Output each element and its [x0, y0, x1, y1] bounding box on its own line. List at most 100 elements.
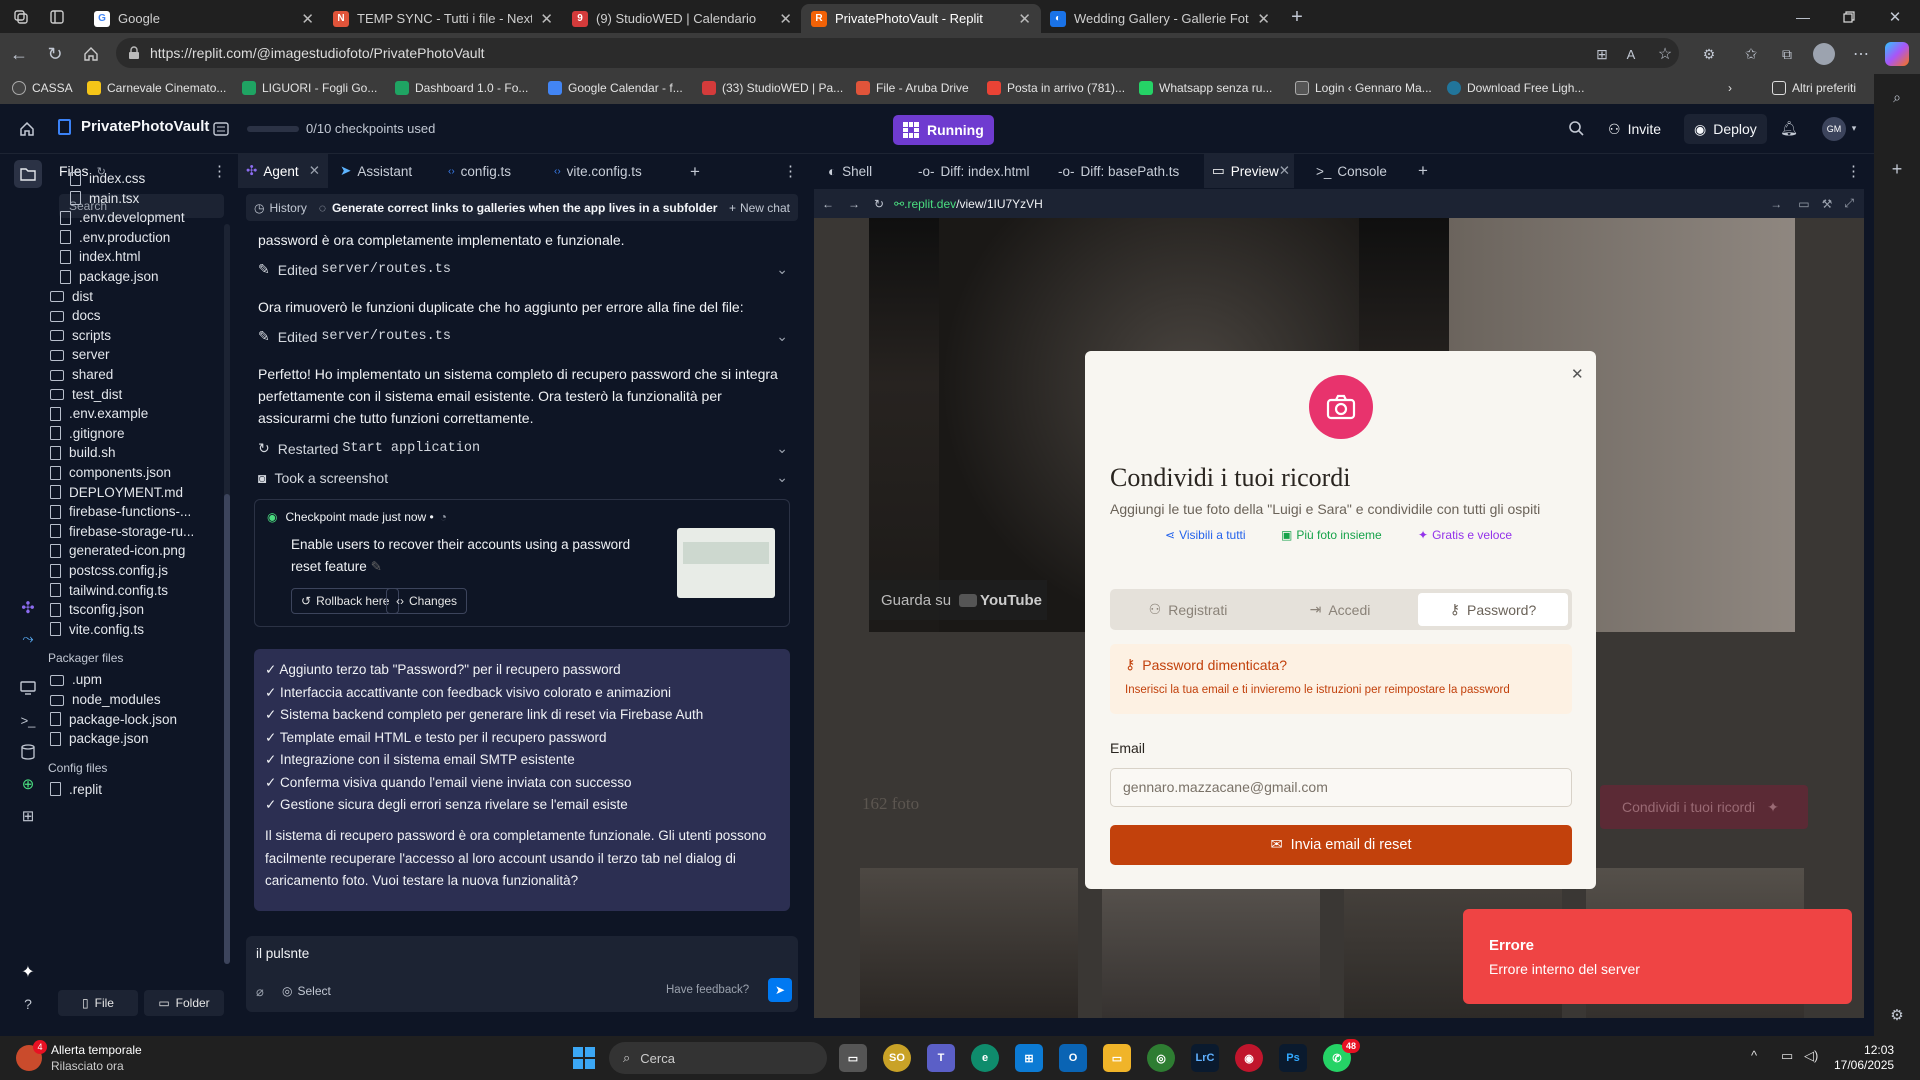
gallery-photo[interactable] — [1102, 868, 1320, 1018]
chat-input[interactable]: il pulsnte — [256, 946, 309, 961]
files-tool-icon[interactable] — [14, 160, 42, 188]
dialog-close-icon[interactable]: ✕ — [1571, 365, 1584, 383]
browser-tab-nextcloud[interactable]: N TEMP SYNC - Tutti i file - Nextclo ✕ — [323, 4, 563, 33]
tab-vite-config[interactable]: ‹› vite.config.ts — [546, 154, 650, 188]
taskbar-search[interactable]: ⌕ Cerca — [609, 1042, 827, 1074]
favorites-icon[interactable]: ✩ — [1742, 45, 1760, 63]
windows-start-icon[interactable] — [570, 1044, 598, 1072]
task-view-icon[interactable]: ▭ — [839, 1044, 867, 1072]
app-available-icon[interactable]: ⊞ — [1593, 45, 1611, 63]
other-bookmarks-folder[interactable]: Altri preferiti — [1772, 81, 1856, 95]
file-item[interactable]: package.json — [60, 269, 159, 284]
tab-config-ts[interactable]: ‹› config.ts — [440, 154, 519, 188]
weather-widget[interactable]: 4 Allerta temporale Rilasciato ora — [16, 1040, 142, 1074]
preview-url-host[interactable]: .replit.dev — [904, 197, 956, 211]
tab-login[interactable]: ⇥ Accedi — [1266, 593, 1414, 626]
workspaces-icon[interactable] — [12, 8, 30, 26]
tool-edited-routes-2[interactable]: ✎ Edited server/routes.ts ⌄ — [258, 328, 788, 345]
browser-tab-wedding-gallery[interactable]: ◐ Wedding Gallery - Gallerie Fotogr ✕ — [1040, 4, 1280, 33]
search-icon[interactable]: ⌕ — [1888, 88, 1906, 106]
search-icon[interactable] — [1566, 118, 1586, 138]
clock[interactable]: 12:03 17/06/2025 — [1834, 1043, 1894, 1073]
close-icon[interactable]: ✕ — [293, 10, 314, 28]
folder-item[interactable]: docs — [50, 308, 101, 323]
bookmarks-overflow-chevron-icon[interactable]: › — [1728, 81, 1732, 95]
preview-tool-icon[interactable] — [14, 674, 42, 702]
file-item[interactable]: main.tsx — [70, 191, 139, 206]
tab-diff-basepath[interactable]: -o- Diff: basePath.ts — [1050, 154, 1187, 188]
file-item[interactable]: tsconfig.json — [50, 602, 144, 617]
back-icon[interactable]: ← — [822, 197, 834, 211]
sparkle-icon[interactable]: ✦ — [14, 958, 42, 986]
volume-icon[interactable]: ◁) — [1804, 1048, 1818, 1064]
feedback-link[interactable]: Have feedback? — [666, 984, 749, 996]
file-item[interactable]: index.css — [70, 171, 145, 186]
panel-menu-icon[interactable]: ⋮ — [783, 162, 798, 180]
file-item[interactable]: .env.example — [50, 406, 148, 421]
close-icon[interactable]: ✕ — [771, 10, 792, 28]
gallery-photo[interactable] — [860, 868, 1078, 1018]
more-icon[interactable]: ⋯ — [1850, 43, 1872, 65]
favorite-star-icon[interactable]: ☆ — [1656, 45, 1674, 63]
file-item[interactable]: package.json — [50, 731, 149, 746]
help-icon[interactable]: ? — [14, 990, 42, 1018]
file-item[interactable]: vite.config.ts — [50, 622, 144, 637]
file-item[interactable]: postcss.config.js — [50, 563, 168, 578]
file-item[interactable]: .gitignore — [50, 426, 125, 441]
tab-console[interactable]: >_ Console — [1308, 154, 1395, 188]
file-item[interactable]: generated-icon.png — [50, 543, 185, 558]
go-icon[interactable]: → — [1770, 197, 1782, 211]
checkpoint-thumbnail[interactable] — [677, 528, 775, 598]
tab-agent[interactable]: ✣ Agent ✕ — [238, 154, 328, 188]
bookmark[interactable]: (33) StudioWED | Pa... — [702, 81, 843, 95]
database-tool-icon[interactable] — [14, 738, 42, 766]
browser-tab-studiowed[interactable]: 9 (9) StudioWED | Calendario ✕ — [562, 4, 802, 33]
file-item[interactable]: .replit — [50, 782, 102, 797]
file-explorer-icon[interactable]: ▭ — [1103, 1044, 1131, 1072]
project-title[interactable]: PrivatePhotoVault — [58, 118, 209, 135]
close-icon[interactable]: ✕ — [532, 10, 553, 28]
tool-restarted[interactable]: ↻ Restarted Start application ⌄ — [258, 440, 788, 457]
pencil-icon[interactable]: ✎ — [371, 559, 382, 574]
agent-tool-icon[interactable]: ✣ — [14, 594, 42, 622]
tray-chevron-icon[interactable]: ^ — [1751, 1048, 1757, 1063]
app-icon[interactable]: SO — [883, 1044, 911, 1072]
close-icon[interactable]: ✕ — [1010, 10, 1031, 28]
file-item[interactable]: firebase-storage-ru... — [50, 524, 194, 539]
devices-icon[interactable]: ▭ — [1798, 197, 1809, 211]
folder-item[interactable]: shared — [50, 367, 113, 382]
teams-icon[interactable]: T — [927, 1044, 955, 1072]
devtools-icon[interactable]: ⚒ — [1822, 197, 1833, 211]
add-tab-icon[interactable]: + — [690, 162, 700, 182]
select-button[interactable]: ◎ Select — [282, 984, 331, 998]
watch-on-youtube[interactable]: Guarda su YouTube — [869, 580, 1047, 620]
reload-icon[interactable]: ↻ — [44, 43, 66, 65]
file-item[interactable]: .env.development — [60, 210, 185, 225]
all-tools-icon[interactable]: ⊞ — [14, 802, 42, 830]
folder-item[interactable]: scripts — [50, 328, 111, 343]
back-icon[interactable]: ← — [8, 43, 30, 65]
tab-password[interactable]: ⚷ Password? — [1418, 593, 1568, 626]
rollback-button[interactable]: ↺ Rollback here — [291, 588, 400, 614]
file-item[interactable]: index.html — [60, 249, 141, 264]
tab-preview[interactable]: ▭ Preview ✕ — [1204, 154, 1294, 188]
file-item[interactable]: DEPLOYMENT.md — [50, 485, 183, 500]
home-icon[interactable] — [80, 43, 102, 65]
new-file-button[interactable]: ▯ File — [58, 990, 138, 1016]
davinci-icon[interactable]: ◉ — [1235, 1044, 1263, 1072]
tab-register[interactable]: ⚇ Registrati — [1114, 593, 1262, 626]
bookmark[interactable]: Carnevale Cinemato... — [87, 81, 226, 95]
run-status-button[interactable]: Running — [893, 115, 994, 145]
folder-item[interactable]: test_dist — [50, 387, 122, 402]
bookmark[interactable]: Login ‹ Gennaro Ma... — [1295, 81, 1432, 95]
collections-icon[interactable]: ⧉ — [1778, 45, 1796, 63]
file-item[interactable]: build.sh — [50, 445, 116, 460]
deployments-tool-icon[interactable]: ⊕ — [14, 770, 42, 798]
reload-icon[interactable]: ↻ — [874, 197, 884, 211]
changes-button[interactable]: ‹› Changes — [386, 588, 468, 614]
preview-url-path[interactable]: /view/1IU7YzVH — [956, 197, 1043, 211]
open-new-window-icon[interactable]: ⤢ — [1844, 196, 1854, 211]
bookmark[interactable]: Dashboard 1.0 - Fo... — [395, 81, 528, 95]
photoshop-icon[interactable]: Ps — [1279, 1044, 1307, 1072]
tool-screenshot[interactable]: ◙ Took a screenshot ⌄ — [258, 469, 788, 486]
